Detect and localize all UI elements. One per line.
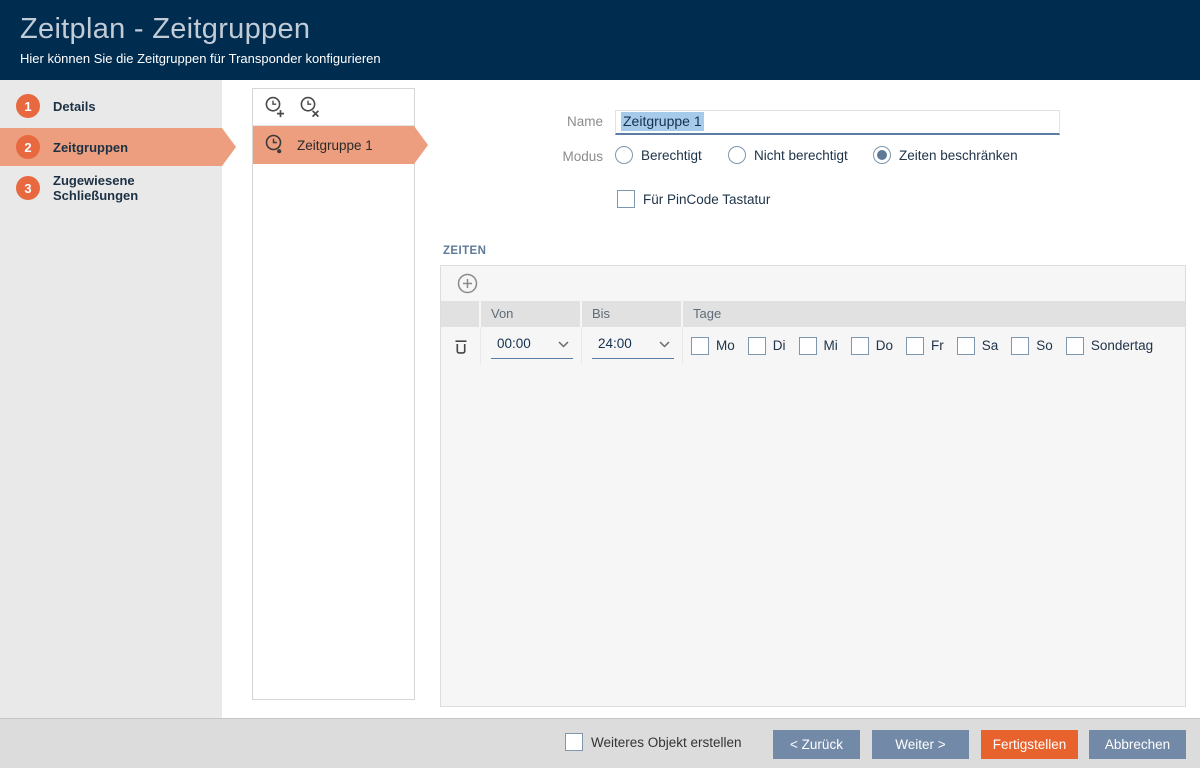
step-item-zugewiesene-schliessungen[interactable]: 3 Zugewiesene Schließungen [0, 169, 222, 207]
radio-nicht-berechtigt[interactable]: Nicht berechtigt [728, 146, 848, 164]
chevron-down-icon [659, 335, 670, 353]
step-label: Details [53, 99, 96, 114]
step-label: Zeitgruppen [53, 140, 128, 155]
radio-berechtigt[interactable]: Berechtigt [615, 146, 702, 164]
day-label: Sa [982, 338, 999, 353]
radio-zeiten-beschraenken[interactable]: Zeiten beschränken [873, 146, 1018, 164]
back-button[interactable]: < Zurück [773, 730, 860, 759]
step-item-zeitgruppen[interactable]: 2 Zeitgruppen [0, 128, 222, 166]
day-checkbox-fr[interactable]: Fr [906, 337, 944, 355]
day-label: Mo [716, 338, 735, 353]
day-label: Mi [824, 338, 838, 353]
checkbox[interactable] [748, 337, 766, 355]
trash-icon[interactable] [448, 333, 474, 359]
finish-button[interactable]: Fertigstellen [981, 730, 1078, 759]
timegroup-name: Zeitgruppe 1 [297, 138, 373, 153]
create-another-checkbox[interactable] [565, 733, 583, 751]
radio-label: Berechtigt [641, 148, 702, 163]
wizard-footer: Weiteres Objekt erstellen < Zurück Weite… [0, 718, 1200, 768]
step-number-badge: 1 [16, 94, 40, 118]
name-input-selected-text: Zeitgruppe 1 [621, 112, 704, 131]
clock-add-icon[interactable] [262, 94, 288, 120]
day-checkbox-sondertag[interactable]: Sondertag [1066, 337, 1153, 355]
clock-remove-icon[interactable] [297, 94, 323, 120]
day-label: Di [773, 338, 786, 353]
modus-field-label: Modus [440, 149, 603, 164]
timegroup-list-panel: Zeitgruppe 1 [252, 88, 415, 700]
zeiten-panel: Von Bis Tage 00:00 [440, 265, 1186, 707]
cancel-button[interactable]: Abbrechen [1089, 730, 1186, 759]
zeiten-toolbar [441, 266, 1185, 301]
bis-dropdown[interactable]: 24:00 [592, 333, 674, 359]
zeiten-table-row: 00:00 24:00 Mo [441, 327, 1185, 364]
von-value: 00:00 [497, 336, 531, 351]
step-label: Zugewiesene Schließungen [53, 173, 222, 203]
step-number-badge: 2 [16, 135, 40, 159]
checkbox[interactable] [1011, 337, 1029, 355]
day-checkbox-mo[interactable]: Mo [691, 337, 735, 355]
zeiten-table-header: Von Bis Tage [441, 301, 1185, 327]
radio-circle-selected[interactable] [873, 146, 891, 164]
main-area: 1 Details 2 Zeitgruppen 3 Zugewiesene Sc… [0, 80, 1200, 718]
checkbox[interactable] [1066, 337, 1084, 355]
radio-circle[interactable] [615, 146, 633, 164]
zeiten-section-title: ZEITEN [443, 245, 486, 257]
next-button[interactable]: Weiter > [872, 730, 969, 759]
von-dropdown[interactable]: 00:00 [491, 333, 573, 359]
checkbox[interactable] [799, 337, 817, 355]
selected-item-arrow [414, 126, 428, 164]
active-step-arrow [222, 128, 236, 166]
wizard-header: Zeitplan - Zeitgruppen Hier können Sie d… [0, 0, 1200, 80]
von-cell: 00:00 [481, 327, 582, 364]
day-label: Fr [931, 338, 944, 353]
day-label: Do [876, 338, 893, 353]
radio-label: Nicht berechtigt [754, 148, 848, 163]
tage-cell: Mo Di Mi Do Fr [683, 327, 1185, 364]
page-title: Zeitplan - Zeitgruppen [20, 13, 1200, 46]
timegroup-list-item[interactable]: Zeitgruppe 1 [253, 126, 414, 164]
day-label: So [1036, 338, 1053, 353]
day-checkbox-sa[interactable]: Sa [957, 337, 999, 355]
checkbox[interactable] [691, 337, 709, 355]
column-header-empty [441, 301, 479, 327]
pincode-checkbox[interactable] [617, 190, 635, 208]
clock-icon [262, 132, 288, 158]
bis-cell: 24:00 [582, 327, 683, 364]
create-another-checkbox-row[interactable]: Weiteres Objekt erstellen [565, 733, 742, 751]
radio-circle[interactable] [728, 146, 746, 164]
name-input[interactable]: Zeitgruppe 1 [615, 110, 1060, 135]
day-checkbox-do[interactable]: Do [851, 337, 893, 355]
chevron-down-icon [558, 335, 569, 353]
wizard-steps-sidebar: 1 Details 2 Zeitgruppen 3 Zugewiesene Sc… [0, 80, 222, 718]
pincode-checkbox-label: Für PinCode Tastatur [643, 192, 770, 207]
checkbox[interactable] [906, 337, 924, 355]
page-subtitle: Hier können Sie die Zeitgruppen für Tran… [20, 51, 1200, 66]
checkbox[interactable] [957, 337, 975, 355]
step-number-badge: 3 [16, 176, 40, 200]
day-label: Sondertag [1091, 338, 1153, 353]
day-checkbox-di[interactable]: Di [748, 337, 786, 355]
name-field-label: Name [440, 114, 603, 129]
radio-label: Zeiten beschränken [899, 148, 1018, 163]
bis-value: 24:00 [598, 336, 632, 351]
timegroup-toolbar [253, 89, 414, 126]
create-another-label: Weiteres Objekt erstellen [591, 735, 742, 750]
pincode-checkbox-row[interactable]: Für PinCode Tastatur [617, 190, 770, 208]
day-checkbox-so[interactable]: So [1011, 337, 1053, 355]
plus-circle-icon[interactable] [454, 271, 480, 297]
column-header-tage: Tage [683, 301, 1185, 327]
step-item-details[interactable]: 1 Details [0, 87, 222, 125]
checkbox[interactable] [851, 337, 869, 355]
column-header-bis: Bis [582, 301, 681, 327]
column-header-von: Von [481, 301, 580, 327]
row-actions-cell [441, 327, 481, 364]
day-checkbox-mi[interactable]: Mi [799, 337, 838, 355]
